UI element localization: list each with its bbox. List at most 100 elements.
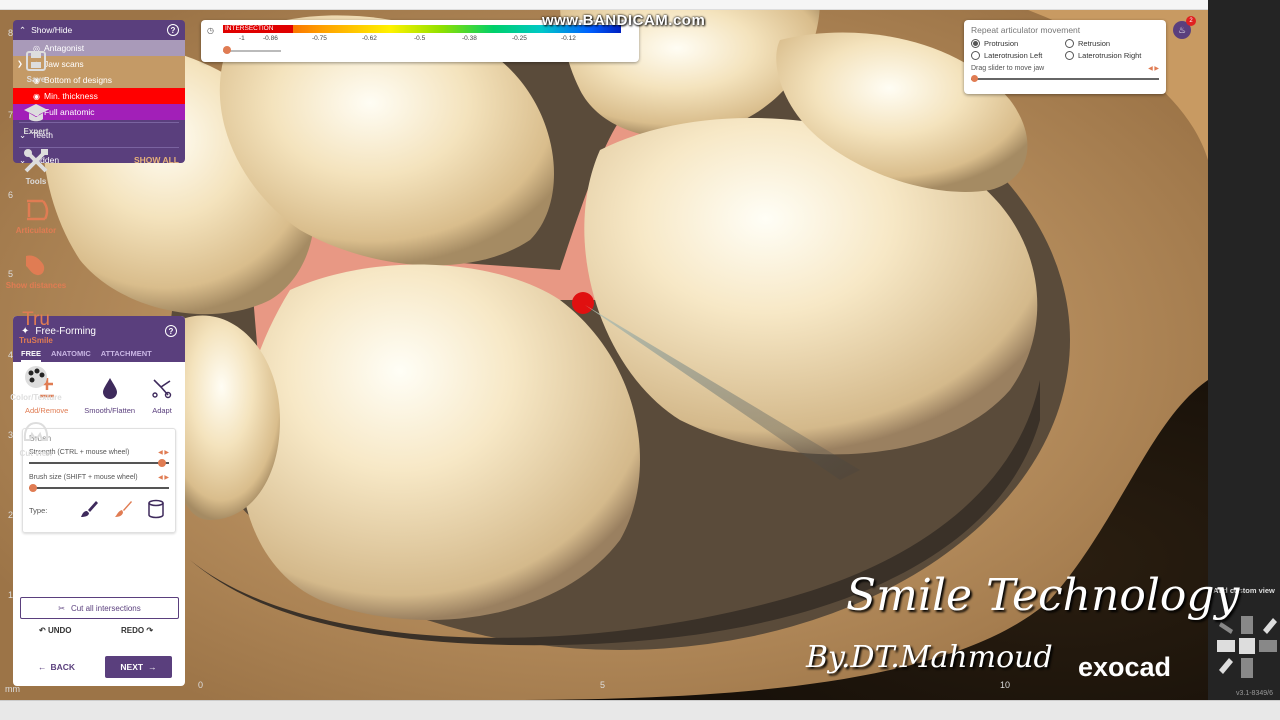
drag-hint: Drag slider to move jaw bbox=[971, 65, 1045, 72]
radio-label: Laterotrusion Right bbox=[1078, 51, 1142, 60]
axis-label: 5 bbox=[600, 680, 606, 690]
slider-arrows-icon: ◀ ▶ bbox=[158, 450, 169, 456]
show-distances-button[interactable]: Show distances bbox=[0, 252, 72, 290]
radio-label: Retrusion bbox=[1078, 39, 1111, 48]
brush-size-label: Brush size (SHIFT + mouse wheel) bbox=[29, 474, 138, 481]
graduation-cap-icon bbox=[24, 104, 48, 122]
slider-knob[interactable] bbox=[971, 75, 978, 82]
toolbar-label: Color/Texture bbox=[10, 393, 62, 402]
tab-free[interactable]: FREE bbox=[21, 346, 42, 362]
slider-knob[interactable] bbox=[223, 46, 231, 54]
scale-tick: -1 bbox=[239, 35, 245, 42]
trusmile-button[interactable]: Tru TruSmile bbox=[0, 307, 72, 345]
show-hide-header[interactable]: ⌃ Show/Hide ? bbox=[13, 20, 185, 40]
cut-all-intersections-button[interactable]: ✂ Cut all intersections bbox=[20, 597, 179, 619]
help-icon[interactable]: ? bbox=[167, 24, 179, 36]
articulator-button[interactable]: Articulator bbox=[0, 197, 72, 235]
next-button[interactable]: NEXT → bbox=[105, 656, 172, 678]
radio-icon bbox=[1065, 51, 1074, 60]
radio-icon bbox=[971, 51, 980, 60]
show-hide-panel: ⌃ Show/Hide ? ◎ Antagonist ❯◉ Jaw scans … bbox=[13, 20, 185, 163]
button-label: NEXT bbox=[120, 662, 144, 672]
tab-attachment[interactable]: ATTACHMENT bbox=[101, 346, 152, 362]
scale-tick: -0.12 bbox=[561, 35, 576, 42]
back-button[interactable]: ← BACK bbox=[38, 656, 82, 678]
drop-icon bbox=[102, 376, 118, 400]
tools-button[interactable]: Tools bbox=[0, 148, 72, 186]
brush-type-orange-icon[interactable] bbox=[113, 499, 133, 521]
slider-arrows-icon: ◀ ▶ bbox=[158, 475, 169, 481]
intersection-label: INTERSECTION bbox=[223, 25, 293, 33]
adapt-tool[interactable]: Adapt bbox=[151, 376, 173, 428]
toolbar-label: Expert bbox=[23, 127, 49, 136]
slider-knob[interactable] bbox=[29, 484, 38, 492]
cut-view-button[interactable]: Cut view bbox=[0, 420, 72, 458]
watermark-author: By.DT.Mahmoud bbox=[806, 640, 1053, 675]
color-texture-button[interactable]: Color/Texture bbox=[0, 364, 72, 402]
smooth-flatten-tool[interactable]: Smooth/Flatten bbox=[84, 376, 135, 428]
button-label: Cut all intersections bbox=[70, 603, 141, 613]
watermark-title: Smile Technology bbox=[846, 570, 1240, 621]
radio-protrusion[interactable]: Protrusion bbox=[971, 39, 1065, 48]
scale-tick: -0.86 bbox=[263, 35, 278, 42]
strength-slider[interactable] bbox=[29, 459, 169, 467]
save-button[interactable]: Save bbox=[0, 50, 72, 84]
radio-label: Protrusion bbox=[984, 39, 1019, 48]
distances-icon bbox=[26, 255, 45, 276]
recorder-watermark: www.BANDICAM.com bbox=[542, 12, 706, 29]
brush-size-slider-label: Brush size (SHIFT + mouse wheel) ◀ ▶ bbox=[29, 474, 169, 481]
expert-button[interactable]: Expert bbox=[0, 102, 72, 136]
button-label: UNDO bbox=[47, 626, 72, 635]
articulator-icon bbox=[27, 199, 49, 221]
redo-button[interactable]: REDO ↷ bbox=[121, 626, 153, 635]
axis-label: 10 bbox=[1000, 680, 1011, 690]
adapt-icon bbox=[151, 376, 173, 400]
eye-icon[interactable]: ◉ bbox=[33, 92, 40, 101]
save-icon bbox=[26, 51, 46, 71]
tool-label: Adapt bbox=[152, 406, 172, 415]
trusmile-icon: Tru bbox=[22, 309, 50, 330]
slider-arrows-icon: ◀ ▶ bbox=[1148, 66, 1159, 72]
undo-button[interactable]: ↶ UNDO bbox=[39, 626, 72, 635]
jaw-movement-slider[interactable] bbox=[971, 75, 1159, 82]
show-all-button[interactable]: SHOW ALL bbox=[134, 155, 179, 163]
arrow-left-icon: ← bbox=[38, 662, 47, 672]
type-label: Type: bbox=[29, 505, 48, 515]
radio-retrusion[interactable]: Retrusion bbox=[1065, 39, 1159, 48]
toolbar-label: TruSmile bbox=[19, 336, 53, 345]
help-icon[interactable]: ? bbox=[165, 325, 177, 337]
button-label: BACK bbox=[50, 662, 76, 672]
palette-icon bbox=[25, 366, 47, 388]
show-hide-title: Show/Hide bbox=[31, 25, 73, 35]
toolbar-label: Tools bbox=[25, 177, 47, 186]
radio-laterotrusion-right[interactable]: Laterotrusion Right bbox=[1065, 51, 1159, 60]
radio-laterotrusion-left[interactable]: Laterotrusion Left bbox=[971, 51, 1065, 60]
visibility-item-label: Min. thickness bbox=[43, 91, 98, 101]
tool-label: Smooth/Flatten bbox=[84, 406, 136, 415]
free-forming-tabs: FREE ANATOMIC ATTACHMENT bbox=[13, 346, 185, 362]
brush-size-slider[interactable] bbox=[29, 484, 169, 492]
recording-timeline-strip bbox=[0, 700, 1280, 720]
axis-label: 0 bbox=[198, 680, 204, 690]
view-navigation-cube[interactable] bbox=[1215, 612, 1279, 682]
redo-icon: ↷ bbox=[146, 626, 154, 635]
tab-anatomic[interactable]: ANATOMIC bbox=[51, 346, 91, 362]
brush-type-dark-icon[interactable] bbox=[79, 499, 99, 521]
window-top-strip bbox=[0, 0, 1280, 10]
tool-label: Add/Remove bbox=[24, 406, 69, 415]
brush-type-cylinder-icon[interactable] bbox=[147, 499, 165, 521]
toolbar-label: Save bbox=[26, 75, 46, 84]
gauge-icon[interactable]: ◷ bbox=[207, 26, 214, 35]
drag-hint-row: Drag slider to move jaw ◀ ▶ bbox=[971, 65, 1159, 72]
scale-tick: -0.25 bbox=[512, 35, 527, 42]
tools-icon bbox=[24, 149, 48, 173]
notification-count: 2 bbox=[1186, 16, 1196, 26]
articulator-movement-panel: Repeat articulator movement Protrusion R… bbox=[964, 20, 1166, 94]
threshold-slider[interactable] bbox=[223, 50, 281, 52]
collapse-icon[interactable]: ⌃ bbox=[19, 25, 26, 36]
radio-label: Laterotrusion Left bbox=[984, 51, 1043, 60]
slider-knob[interactable] bbox=[158, 459, 166, 467]
exocad-logo: exocad bbox=[1078, 652, 1172, 682]
scale-tick: -0.62 bbox=[362, 35, 377, 42]
notification-bell[interactable]: ♨ 2 bbox=[1173, 16, 1196, 39]
